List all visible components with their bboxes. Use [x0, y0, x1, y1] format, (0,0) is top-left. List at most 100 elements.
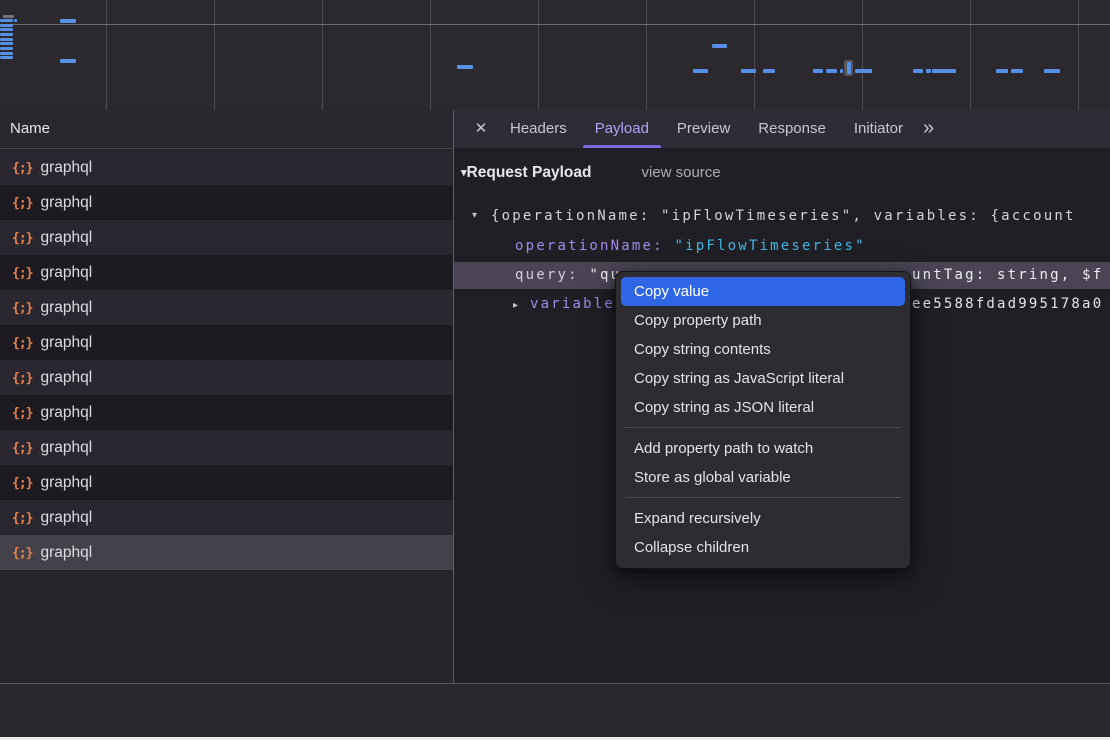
- query-key: query:: [515, 267, 579, 283]
- variables-key: variables: [530, 291, 626, 318]
- overview-request-bar: [913, 69, 923, 73]
- request-name: graphql: [40, 159, 92, 176]
- context-menu: Copy valueCopy property pathCopy string …: [615, 271, 911, 569]
- devtools-network-panel: Name {;} graphql {;} graphql {;} graphql {;} gr…: [0, 0, 1110, 740]
- requests-list-panel: Name {;} graphql {;} graphql {;} graphql {;} gr…: [0, 110, 453, 683]
- request-name: graphql: [40, 509, 92, 526]
- overview-request-bar: [996, 69, 1008, 73]
- menu-item-copy-value[interactable]: Copy value: [621, 277, 905, 306]
- menu-item-collapse-children[interactable]: Collapse children: [621, 533, 905, 562]
- tab-preview[interactable]: Preview: [663, 110, 744, 148]
- request-name: graphql: [40, 194, 92, 211]
- request-row[interactable]: {;} graphql: [0, 325, 453, 360]
- menu-item-copy-property-path[interactable]: Copy property path: [621, 306, 905, 335]
- overview-marker-bar: [847, 62, 851, 74]
- json-request-icon: {;}: [12, 406, 32, 421]
- overview-request-bar: [813, 69, 823, 73]
- overview-request-bar: [1044, 69, 1060, 73]
- variables-preview-end: ee5588fdad995178a0: [912, 291, 1103, 318]
- overview-request-bar: [0, 33, 13, 36]
- json-request-icon: {;}: [12, 476, 32, 491]
- request-row[interactable]: {;}graphql: [0, 360, 453, 395]
- request-name: graphql: [40, 439, 92, 456]
- tab-initiator[interactable]: Initiator: [840, 110, 917, 148]
- menu-separator: [625, 427, 901, 428]
- menu-item-expand-recursively[interactable]: Expand recursively: [621, 504, 905, 533]
- request-row[interactable]: {;} graphql: [0, 465, 453, 500]
- request-payload-title: Request Payload: [467, 164, 592, 181]
- json-request-icon: {;}: [12, 161, 32, 176]
- overview-request-bar: [457, 65, 473, 69]
- root-collapse-triangle-icon[interactable]: ▾: [472, 204, 479, 228]
- operation-name-row[interactable]: operationName: "ipFlowTimeseries": [515, 234, 866, 258]
- tab-response[interactable]: Response: [744, 110, 840, 148]
- overview-request-bar: [693, 69, 708, 73]
- overview-request-bar: [763, 69, 775, 73]
- request-name: graphql: [40, 229, 92, 246]
- overview-hover-marker: [844, 60, 853, 76]
- menu-item-store-as-global-variable[interactable]: Store as global variable: [621, 463, 905, 492]
- overview-gridline: [646, 0, 647, 110]
- overview-request-bar: [60, 19, 76, 23]
- request-row[interactable]: {;}graphql: [0, 430, 453, 465]
- menu-item-copy-string-as-javascript-literal[interactable]: Copy string as JavaScript literal: [621, 364, 905, 393]
- view-source-link[interactable]: view source: [641, 164, 720, 181]
- json-request-icon: {;}: [12, 231, 32, 246]
- json-request-icon: {;}: [12, 511, 32, 526]
- payload-root-preview: {operationName: "ipFlowTimeseries", vari…: [491, 208, 1076, 224]
- overview-request-bar: [14, 19, 17, 22]
- request-name: graphql: [40, 474, 92, 491]
- request-payload-section-header[interactable]: ▾Request Payloadview source: [461, 164, 721, 182]
- overview-request-bar: [0, 19, 13, 22]
- details-tabs: HeadersPayloadPreviewResponseInitiator: [496, 110, 917, 148]
- request-name: graphql: [40, 544, 92, 561]
- overview-gridline: [106, 0, 107, 110]
- network-overview-timeline[interactable]: [0, 0, 1110, 110]
- payload-root-row[interactable]: ▾{operationName: "ipFlowTimeseries", var…: [491, 204, 1076, 228]
- menu-item-copy-string-contents[interactable]: Copy string contents: [621, 335, 905, 364]
- overview-request-bar: [840, 69, 843, 73]
- request-name: graphql: [40, 334, 92, 351]
- request-row[interactable]: {;}graphql: [0, 255, 453, 290]
- json-request-icon: {;}: [12, 336, 32, 351]
- request-row[interactable]: {;} graphql: [0, 150, 453, 185]
- panel-divider[interactable]: [453, 110, 454, 737]
- menu-item-add-property-path-to-watch[interactable]: Add property path to watch: [621, 434, 905, 463]
- overview-gridline: [1078, 0, 1079, 110]
- menu-item-copy-string-as-json-literal[interactable]: Copy string as JSON literal: [621, 393, 905, 422]
- overview-request-bar: [0, 38, 13, 41]
- overview-gridline: [214, 0, 215, 110]
- request-row[interactable]: {;} graphql: [0, 220, 453, 255]
- operation-name-value: "ipFlowTimeseries": [674, 238, 865, 254]
- json-request-icon: {;}: [12, 266, 32, 281]
- overview-request-bar: [712, 44, 727, 48]
- name-column-label: Name: [10, 120, 50, 137]
- overview-request-bar: [741, 69, 756, 73]
- close-icon[interactable]: ✕: [466, 110, 496, 148]
- overview-request-bar: [0, 42, 13, 45]
- request-row[interactable]: {;} graphql: [0, 185, 453, 220]
- overview-request-bar: [0, 24, 13, 27]
- overview-request-bar: [0, 28, 13, 31]
- json-request-icon: {;}: [12, 196, 32, 211]
- request-row[interactable]: {;}graphql: [0, 290, 453, 325]
- menu-separator: [625, 497, 901, 498]
- variables-expand-triangle-icon[interactable]: ▸: [513, 292, 520, 319]
- more-tabs-icon[interactable]: »: [923, 110, 934, 148]
- request-row[interactable]: {;}graphql: [0, 535, 453, 570]
- request-row[interactable]: {;} graphql: [0, 395, 453, 430]
- tab-headers[interactable]: Headers: [496, 110, 581, 148]
- overview-gridline: [538, 0, 539, 110]
- overview-row-divider: [0, 24, 1110, 25]
- overview-request-bar: [1011, 69, 1023, 73]
- json-request-icon: {;}: [12, 371, 32, 386]
- tab-payload[interactable]: Payload: [581, 110, 663, 148]
- overview-gridline: [322, 0, 323, 110]
- request-name: graphql: [40, 404, 92, 421]
- request-row[interactable]: {;} graphql: [0, 500, 453, 535]
- overview-request-bar: [932, 69, 956, 73]
- name-column-header[interactable]: Name: [0, 110, 453, 149]
- overview-request-bar: [855, 69, 872, 73]
- overview-request-bar: [826, 69, 837, 73]
- status-footer: [0, 683, 1110, 737]
